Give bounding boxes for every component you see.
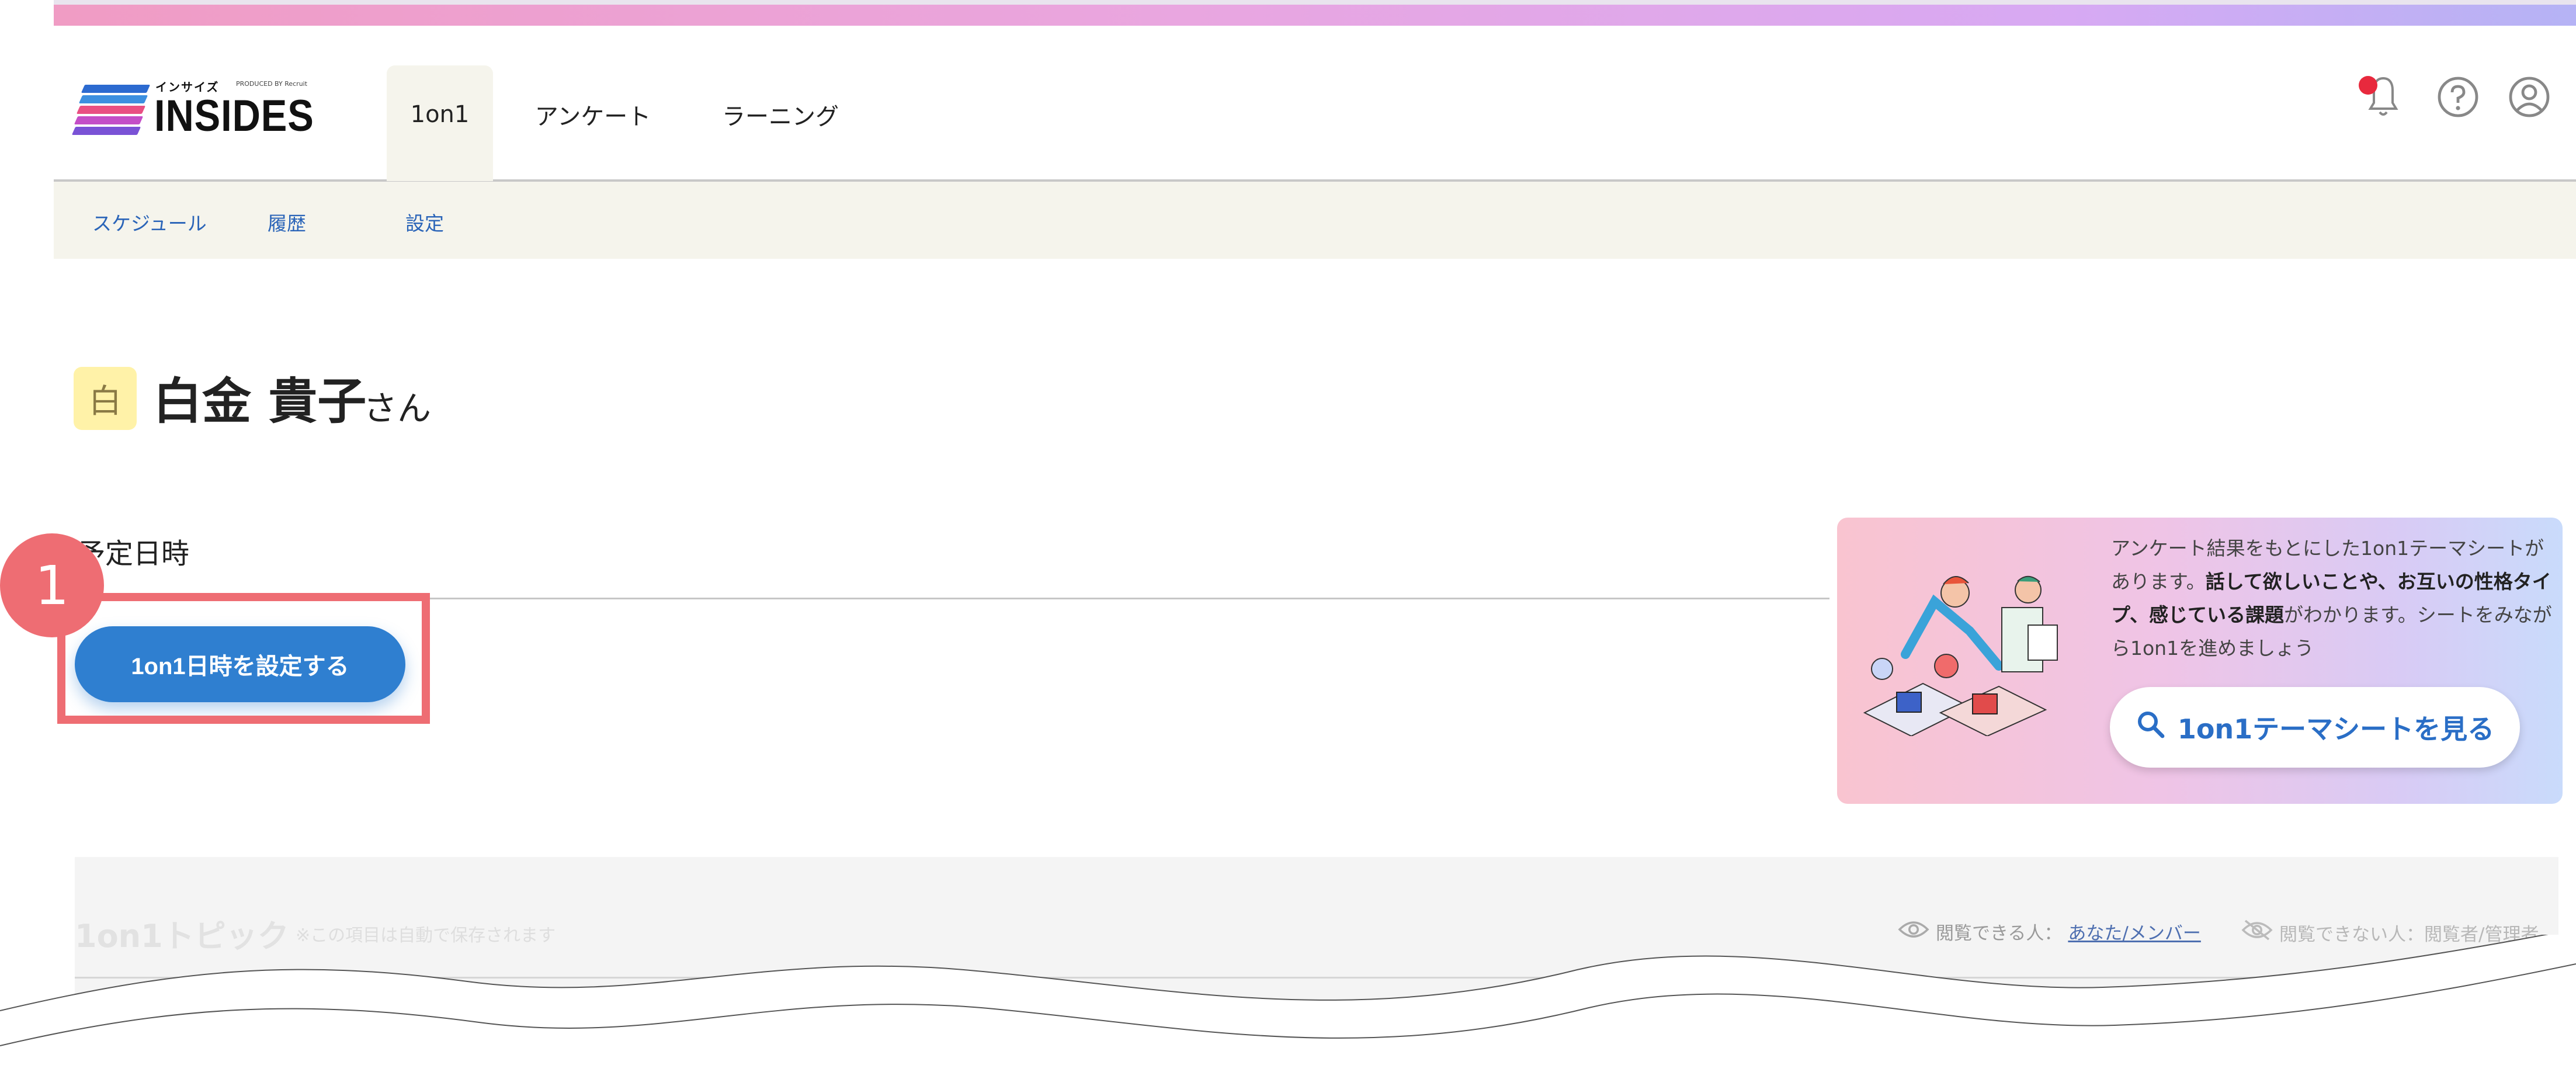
highlight-frame: [57, 593, 430, 724]
insides-logo[interactable]: インサイズ PRODUCED BY Recruit INSIDES: [71, 79, 331, 141]
torn-edge-wave: [0, 935, 2576, 1072]
subnav-item-settings[interactable]: 設定: [405, 208, 444, 236]
help-icon[interactable]: [2435, 74, 2481, 120]
search-icon: [2136, 709, 2166, 746]
view-theme-sheet-label: 1on1テーマシートを見る: [2177, 713, 2495, 745]
avatar: 白: [74, 367, 137, 430]
notification-dot: [2359, 76, 2377, 95]
nav-tab-label: アンケート: [534, 103, 651, 130]
logo-text: INSIDES: [154, 91, 314, 141]
nav-tab-survey[interactable]: アンケート: [514, 65, 672, 181]
step-badge: 1: [0, 533, 104, 637]
nav-tab-learning[interactable]: ラーニング: [701, 65, 860, 181]
user-name-suffix: さん: [363, 388, 432, 428]
nav-tab-1on1[interactable]: 1on1: [387, 65, 493, 181]
nav-tab-label: ラーニング: [722, 103, 839, 130]
logo-produced-by: PRODUCED BY Recruit: [236, 80, 308, 88]
meeting-illustration: [1853, 567, 2082, 737]
logo-mark-icon: [71, 82, 151, 135]
theme-sheet-description: アンケート結果をもとにした1on1テーマシートがあります。話して欲しいことや、お…: [2111, 532, 2555, 665]
top-gradient-bar: [54, 0, 2576, 26]
view-theme-sheet-button[interactable]: 1on1テーマシートを見る: [2110, 687, 2520, 768]
nav-tab-label: 1on1: [410, 101, 470, 128]
subnav-item-schedule[interactable]: スケジュール: [92, 208, 207, 236]
account-icon[interactable]: [2506, 74, 2553, 120]
subnav-item-history[interactable]: 履歴: [268, 208, 306, 236]
user-name: 白金 貴子: [153, 373, 367, 430]
